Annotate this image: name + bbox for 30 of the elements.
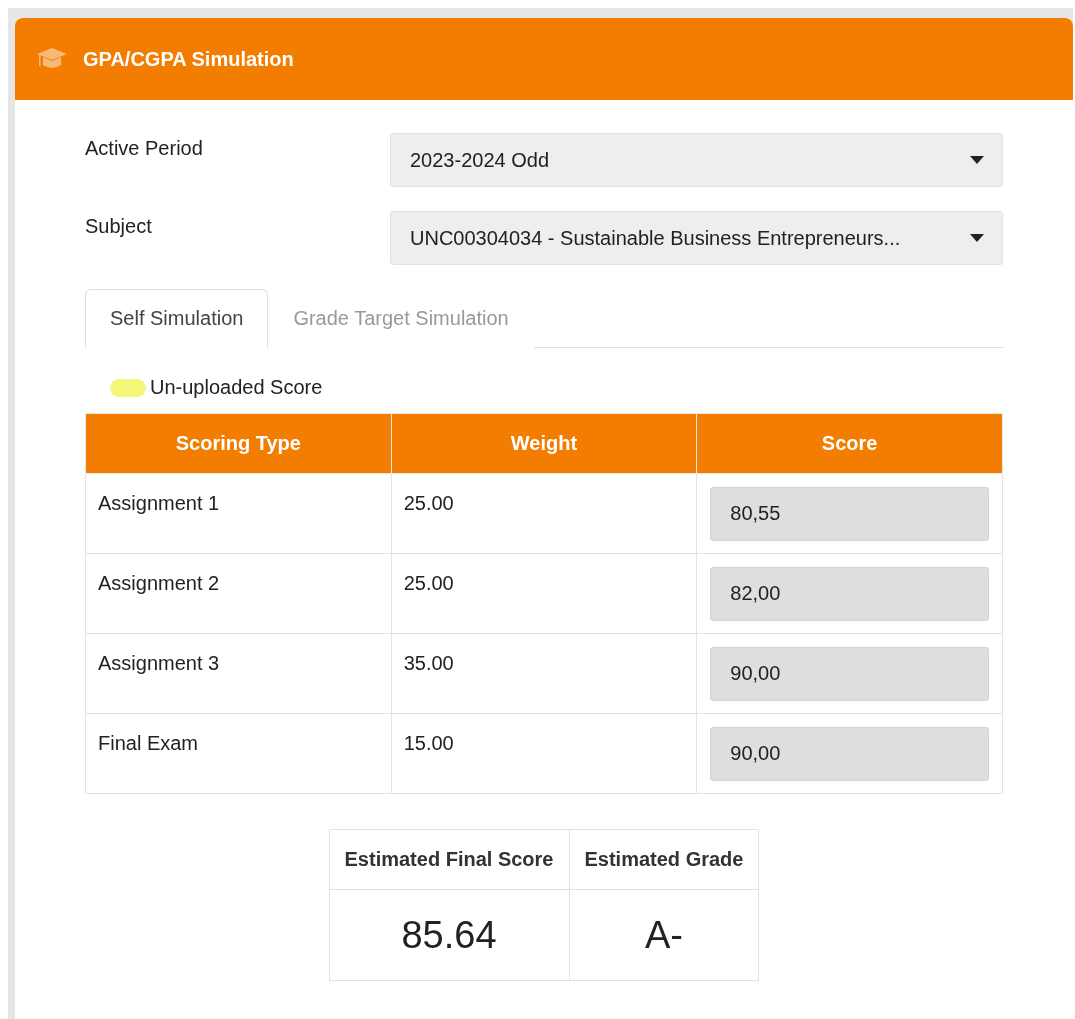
select-field[interactable]: 2023-2024 Odd: [390, 133, 1003, 187]
graduation-cap-icon: [37, 48, 67, 70]
column-header: Weight: [391, 413, 697, 474]
table-cell: A-: [569, 889, 759, 981]
table-cell: 15.00: [391, 713, 697, 794]
column-header: Score: [696, 413, 1003, 474]
score-input[interactable]: 90,00: [710, 646, 989, 701]
legend-label: Un-uploaded Score: [150, 376, 323, 399]
select-field[interactable]: UNC00304034 - Sustainable Business Entrepreneurs...: [390, 211, 1003, 265]
table-cell: 85.64: [329, 889, 569, 981]
table-cell: Assignment 3: [85, 633, 392, 714]
field-label: Active Period: [85, 136, 204, 161]
table-cell: 35.00: [391, 633, 697, 714]
legend-swatch: [110, 378, 146, 397]
field-label: Subject: [85, 214, 153, 239]
table-cell: 25.00: [391, 553, 697, 634]
card-title: GPA/CGPA Simulation: [83, 47, 294, 71]
caret-icon: [970, 234, 984, 242]
score-input[interactable]: 80,55: [710, 486, 989, 541]
column-header: Scoring Type: [85, 413, 392, 474]
score-input[interactable]: 90,00: [710, 726, 989, 781]
table-cell: 25.00: [391, 473, 697, 554]
tab[interactable]: Self Simulation: [85, 289, 269, 348]
table-cell: Assignment 1: [85, 473, 392, 554]
column-header: Estimated Final Score: [329, 829, 569, 890]
table-cell: Assignment 2: [85, 553, 392, 634]
score-input[interactable]: 82,00: [710, 566, 989, 621]
caret-icon: [970, 156, 984, 164]
column-header: Estimated Grade: [569, 829, 759, 890]
table-cell: Final Exam: [85, 713, 392, 794]
